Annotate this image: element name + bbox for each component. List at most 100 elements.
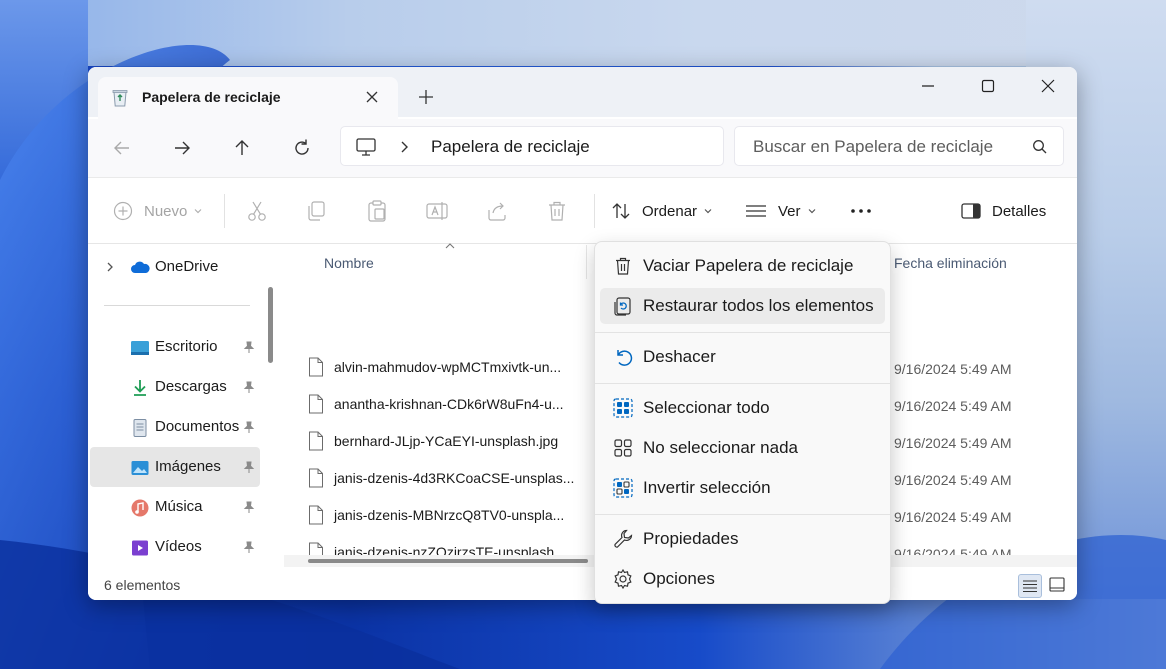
- file-icon: [309, 505, 323, 525]
- separator: [594, 194, 595, 228]
- file-name: janis-dzenis-4d3RKCoaCSE-unsplas...: [334, 470, 575, 486]
- pictures-icon: [131, 461, 149, 475]
- new-button[interactable]: Nuevo: [112, 198, 205, 224]
- music-icon: [131, 499, 149, 517]
- table-row[interactable]: anantha-krishnan-CDk6rW8uFn4-u...: [308, 390, 588, 420]
- chevron-right-icon[interactable]: [397, 139, 411, 155]
- tiles-view-icon: [1049, 577, 1065, 592]
- menu-item-options[interactable]: Opciones: [600, 561, 885, 597]
- select-none-icon: [614, 439, 632, 457]
- menu-item-label: Invertir selección: [643, 478, 771, 497]
- chevron-right-icon[interactable]: [104, 261, 116, 273]
- back-icon[interactable]: [110, 136, 134, 160]
- menu-item-label: No seleccionar nada: [643, 438, 798, 457]
- forward-icon[interactable]: [170, 136, 194, 160]
- sidebar-item-label: Descargas: [155, 378, 227, 395]
- more-options-icon[interactable]: [848, 198, 874, 224]
- file-date: 9/16/2024 5:49 AM: [894, 472, 1012, 488]
- details-view-button[interactable]: [1018, 574, 1042, 598]
- up-icon[interactable]: [230, 136, 254, 160]
- menu-item-invert-selection[interactable]: Invertir selección: [600, 470, 885, 506]
- search-input[interactable]: Buscar en Papelera de reciclaje: [734, 126, 1064, 166]
- copy-icon[interactable]: [304, 198, 330, 224]
- sidebar-scrollbar[interactable]: [268, 287, 273, 363]
- sidebar-item-label: Música: [155, 498, 203, 515]
- sort-button[interactable]: Ordenar: [610, 198, 715, 224]
- details-pane-icon: [961, 203, 981, 219]
- sidebar-item-escritorio[interactable]: Escritorio: [90, 327, 260, 367]
- cut-icon[interactable]: [244, 198, 270, 224]
- share-icon[interactable]: [484, 198, 510, 224]
- view-button[interactable]: Ver: [744, 198, 819, 224]
- menu-item-empty-recycle-bin[interactable]: Vaciar Papelera de reciclaje: [600, 248, 885, 284]
- new-tab-icon[interactable]: [416, 87, 436, 107]
- table-row[interactable]: alvin-mahmudov-wpMCTmxivtk-un...: [308, 353, 588, 383]
- sidebar-item-label: Escritorio: [155, 338, 218, 355]
- file-explorer-window: Papelera de reciclaje Papelera de recicl…: [88, 67, 1077, 600]
- separator: [224, 194, 225, 228]
- menu-item-label: Seleccionar todo: [643, 398, 770, 417]
- minimize-icon[interactable]: [914, 75, 942, 97]
- navigation-pane: OneDrive Escritorio Descargas Documentos: [88, 245, 268, 572]
- file-icon: [309, 431, 323, 451]
- menu-separator: [595, 383, 890, 384]
- paste-icon[interactable]: [364, 198, 390, 224]
- status-bar: 6 elementos: [88, 572, 1077, 600]
- tab-recycle-bin[interactable]: Papelera de reciclaje: [98, 77, 398, 119]
- close-window-icon[interactable]: [1034, 75, 1062, 97]
- sidebar-item-videos[interactable]: Vídeos: [90, 527, 260, 567]
- sidebar-item-label: Documentos: [155, 418, 240, 435]
- file-date: 9/16/2024 5:49 AM: [894, 435, 1012, 451]
- details-label: Detalles: [992, 202, 1047, 220]
- menu-item-select-all[interactable]: Seleccionar todo: [600, 390, 885, 426]
- pin-icon[interactable]: [242, 340, 256, 354]
- close-tab-icon[interactable]: [362, 87, 382, 107]
- pin-icon[interactable]: [242, 460, 256, 474]
- sidebar-item-onedrive[interactable]: OneDrive: [90, 247, 260, 287]
- document-icon: [133, 419, 147, 437]
- more-options-menu: Vaciar Papelera de reciclaje Restaurar t…: [594, 241, 891, 604]
- chevron-down-icon: [808, 209, 815, 214]
- pin-icon[interactable]: [242, 540, 256, 554]
- file-name: anantha-krishnan-CDk6rW8uFn4-u...: [334, 396, 564, 412]
- sort-icon: [612, 203, 630, 219]
- pin-icon[interactable]: [242, 500, 256, 514]
- pin-icon[interactable]: [242, 420, 256, 434]
- file-icon: [309, 394, 323, 414]
- sidebar-item-documentos[interactable]: Documentos: [90, 407, 260, 447]
- horizontal-scrollbar[interactable]: [308, 559, 588, 563]
- menu-item-select-none[interactable]: No seleccionar nada: [600, 430, 885, 466]
- column-separator[interactable]: [586, 245, 587, 279]
- sort-label: Ordenar: [642, 202, 698, 220]
- delete-icon[interactable]: [544, 198, 570, 224]
- table-row[interactable]: bernhard-JLjp-YCaEYI-unsplash.jpg: [308, 427, 588, 457]
- search-icon[interactable]: [1031, 138, 1049, 156]
- rename-icon[interactable]: [424, 198, 450, 224]
- column-header-name[interactable]: Nombre: [324, 255, 374, 271]
- sidebar-item-imagenes[interactable]: Imágenes: [90, 447, 260, 487]
- file-name: janis-dzenis-MBNrzcQ8TV0-unspla...: [334, 507, 565, 523]
- sidebar-item-label: Imágenes: [155, 458, 221, 475]
- file-date: 9/16/2024 5:49 AM: [894, 361, 1012, 377]
- tiles-view-button[interactable]: [1046, 574, 1070, 598]
- file-date: 9/16/2024 5:49 AM: [894, 509, 1012, 525]
- column-header-date[interactable]: Fecha eliminación: [894, 255, 1007, 271]
- maximize-icon[interactable]: [974, 75, 1002, 97]
- menu-item-label: Vaciar Papelera de reciclaje: [643, 256, 854, 275]
- sidebar-item-descargas[interactable]: Descargas: [90, 367, 260, 407]
- table-row[interactable]: janis-dzenis-4d3RKCoaCSE-unsplas...: [308, 464, 588, 494]
- pin-icon[interactable]: [242, 380, 256, 394]
- gear-icon: [614, 568, 632, 590]
- refresh-icon[interactable]: [290, 136, 314, 160]
- details-button[interactable]: Detalles: [960, 198, 1046, 224]
- select-all-icon: [613, 398, 633, 418]
- cloud-icon: [131, 261, 150, 273]
- menu-separator: [595, 514, 890, 515]
- table-row[interactable]: janis-dzenis-MBNrzcQ8TV0-unspla...: [308, 501, 588, 531]
- address-text: Papelera de reciclaje: [431, 137, 590, 156]
- address-bar[interactable]: Papelera de reciclaje: [340, 126, 724, 166]
- menu-item-restore-all[interactable]: Restaurar todos los elementos: [600, 288, 885, 324]
- sidebar-item-musica[interactable]: Música: [90, 487, 260, 527]
- menu-item-undo[interactable]: Deshacer: [600, 339, 885, 375]
- menu-item-properties[interactable]: Propiedades: [600, 521, 885, 557]
